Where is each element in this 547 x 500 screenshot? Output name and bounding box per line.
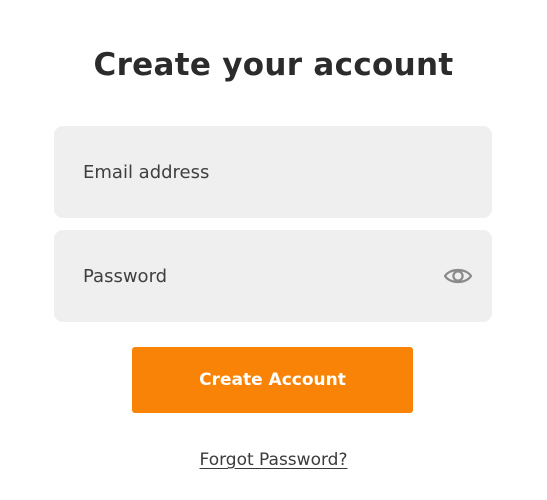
forgot-password-link[interactable]: Forgot Password? xyxy=(0,448,547,472)
email-field[interactable] xyxy=(54,126,492,218)
show-password-toggle[interactable] xyxy=(442,262,474,290)
password-field-container[interactable] xyxy=(54,230,492,322)
create-account-button[interactable]: Create Account xyxy=(132,347,413,413)
eye-icon xyxy=(443,268,473,284)
email-field-container[interactable] xyxy=(54,126,492,218)
page-title: Create your account xyxy=(93,47,454,83)
password-field[interactable] xyxy=(54,230,492,322)
